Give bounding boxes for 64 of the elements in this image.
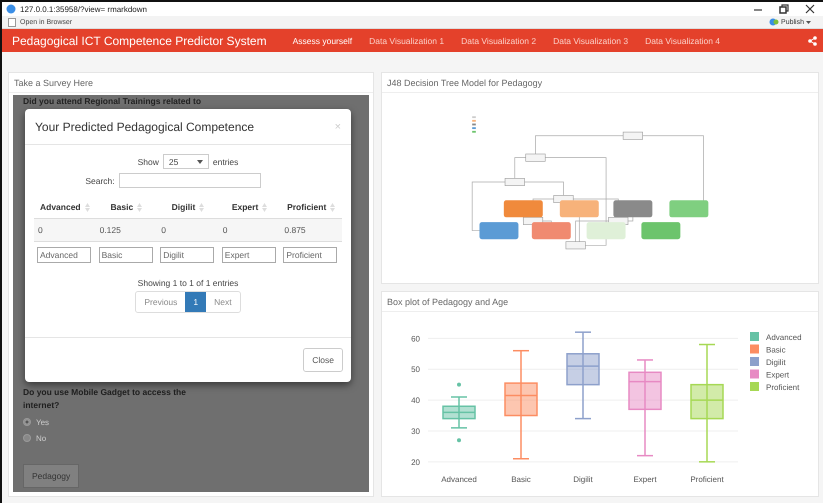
y-tick-label: 20: [411, 458, 420, 467]
y-tick-label: 60: [411, 334, 420, 344]
sort-icon: [330, 202, 336, 212]
question-text: Do you use Mobile Gadget to access the internet?: [23, 386, 187, 412]
panel-title: J48 Decision Tree Model for Pedagogy: [387, 78, 542, 88]
box-plot: [442, 382, 476, 442]
modal-title: Your Predicted Pedagogical Competence: [35, 120, 254, 134]
window-url: 127.0.0.1:35958/?view= rmarkdown: [20, 4, 147, 14]
nav-tab[interactable]: Data Visualization 1: [369, 36, 444, 46]
x-tick-label: Advanced: [441, 475, 477, 484]
question-text: Did you attend Regional Trainings related to: [22, 95, 202, 106]
legend-label: Digilit: [766, 358, 786, 367]
app-brand: Pedagogical ICT Competence Predictor System: [12, 34, 267, 48]
y-tick-label: 50: [411, 365, 420, 374]
table-cell: 0: [34, 218, 96, 242]
filter-field[interactable]: Advanced: [37, 247, 91, 263]
caret-icon: [196, 160, 203, 164]
search-label: Search:: [85, 176, 115, 186]
entries-label: entries: [212, 156, 238, 166]
table-cell: 0.875: [280, 218, 342, 242]
legend-label: Advanced: [766, 333, 802, 342]
sort-icon: [199, 202, 204, 212]
y-tick-label: 40: [411, 396, 420, 406]
y-tick-label: 30: [411, 426, 420, 436]
radio-button[interactable]: [23, 418, 31, 426]
sort-icon: [262, 202, 268, 212]
radio-button[interactable]: [23, 434, 31, 442]
entries-select[interactable]: 25: [162, 154, 209, 169]
radio-label: Yes: [36, 418, 50, 426]
sort-icon: [137, 202, 142, 212]
legend-label: Proficient: [766, 383, 800, 392]
table-cell: 0: [218, 218, 280, 242]
restore-icon[interactable]: [779, 4, 789, 14]
x-tick-label: Proficient: [690, 475, 724, 484]
panel-title: Take a Survey Here: [14, 78, 94, 88]
x-tick-label: Basic: [511, 475, 531, 484]
legend-label: Expert: [766, 370, 790, 380]
legend-label: Basic: [766, 346, 786, 354]
share-icon[interactable]: [808, 36, 817, 46]
filter-field[interactable]: Basic: [98, 247, 153, 263]
caret-icon: [806, 20, 811, 24]
x-tick-label: Expert: [633, 475, 657, 484]
pedagogy-button[interactable]: Pedagogy: [23, 464, 80, 488]
sort-icon: [84, 202, 90, 212]
filter-field[interactable]: Digilit: [160, 247, 214, 263]
filter-field[interactable]: Expert: [222, 247, 276, 263]
table-cell: 0.125: [96, 218, 158, 242]
panel-title: Box plot of Pedagogy and Age: [387, 296, 508, 306]
publish-icon: [769, 18, 780, 26]
filter-field[interactable]: Proficient: [283, 247, 338, 263]
table-cell: 0: [157, 218, 219, 242]
close-button[interactable]: Close: [303, 348, 343, 372]
nav-tab[interactable]: Data Visualization 2: [461, 36, 536, 46]
nav-tab[interactable]: Assess yourself: [292, 36, 352, 46]
close-icon[interactable]: [805, 4, 815, 14]
x-tick-label: Digilit: [573, 475, 593, 484]
globe-icon: [6, 4, 16, 14]
table-info: Showing 1 to 1 of 1 entries: [138, 278, 238, 288]
nav-tab[interactable]: Data Visualization 4: [645, 36, 720, 46]
page-link[interactable]: 1: [185, 292, 206, 312]
radio-label: No: [36, 434, 46, 442]
search-field[interactable]: [118, 173, 261, 188]
show-label: Show: [138, 156, 159, 166]
nav-tab[interactable]: Data Visualization 3: [553, 36, 628, 46]
